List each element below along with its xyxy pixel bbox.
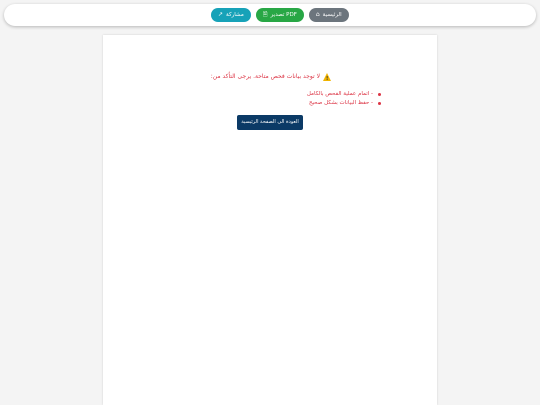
top-toolbar: ↗ مشاركة 🗎 تصدير PDF ⌂ الرئيسية <box>4 4 536 26</box>
export-pdf-button-label: تصدير PDF <box>270 12 297 18</box>
warning-icon <box>323 73 331 84</box>
home-button-label: الرئيسية <box>322 12 342 18</box>
hint-list: - اتمام عملية الفحص بالكامل - حفظ البيان… <box>307 90 382 108</box>
report-sheet: لا توجد بيانات فحص متاحة. يرجى التأكد من… <box>103 35 437 405</box>
list-item: - اتمام عملية الفحص بالكامل <box>307 90 382 99</box>
toolbar-buttons: ↗ مشاركة 🗎 تصدير PDF ⌂ الرئيسية <box>211 8 349 22</box>
document-icon: 🗎 <box>262 11 268 18</box>
warning-text: لا توجد بيانات فحص متاحة. يرجى التأكد من… <box>210 73 320 80</box>
list-item: - حفظ البيانات بشكل صحيح <box>307 99 382 108</box>
home-button[interactable]: ⌂ الرئيسية <box>308 8 349 22</box>
home-icon: ⌂ <box>315 11 320 18</box>
no-data-warning: لا توجد بيانات فحص متاحة. يرجى التأكد من… <box>210 72 331 84</box>
back-to-home-button[interactable]: العودة الى الصفحة الرئيسية <box>237 115 303 130</box>
share-icon: ↗ <box>218 11 224 18</box>
share-button[interactable]: ↗ مشاركة <box>211 8 251 22</box>
share-button-label: مشاركة <box>226 12 244 18</box>
export-pdf-button[interactable]: 🗎 تصدير PDF <box>255 8 304 22</box>
